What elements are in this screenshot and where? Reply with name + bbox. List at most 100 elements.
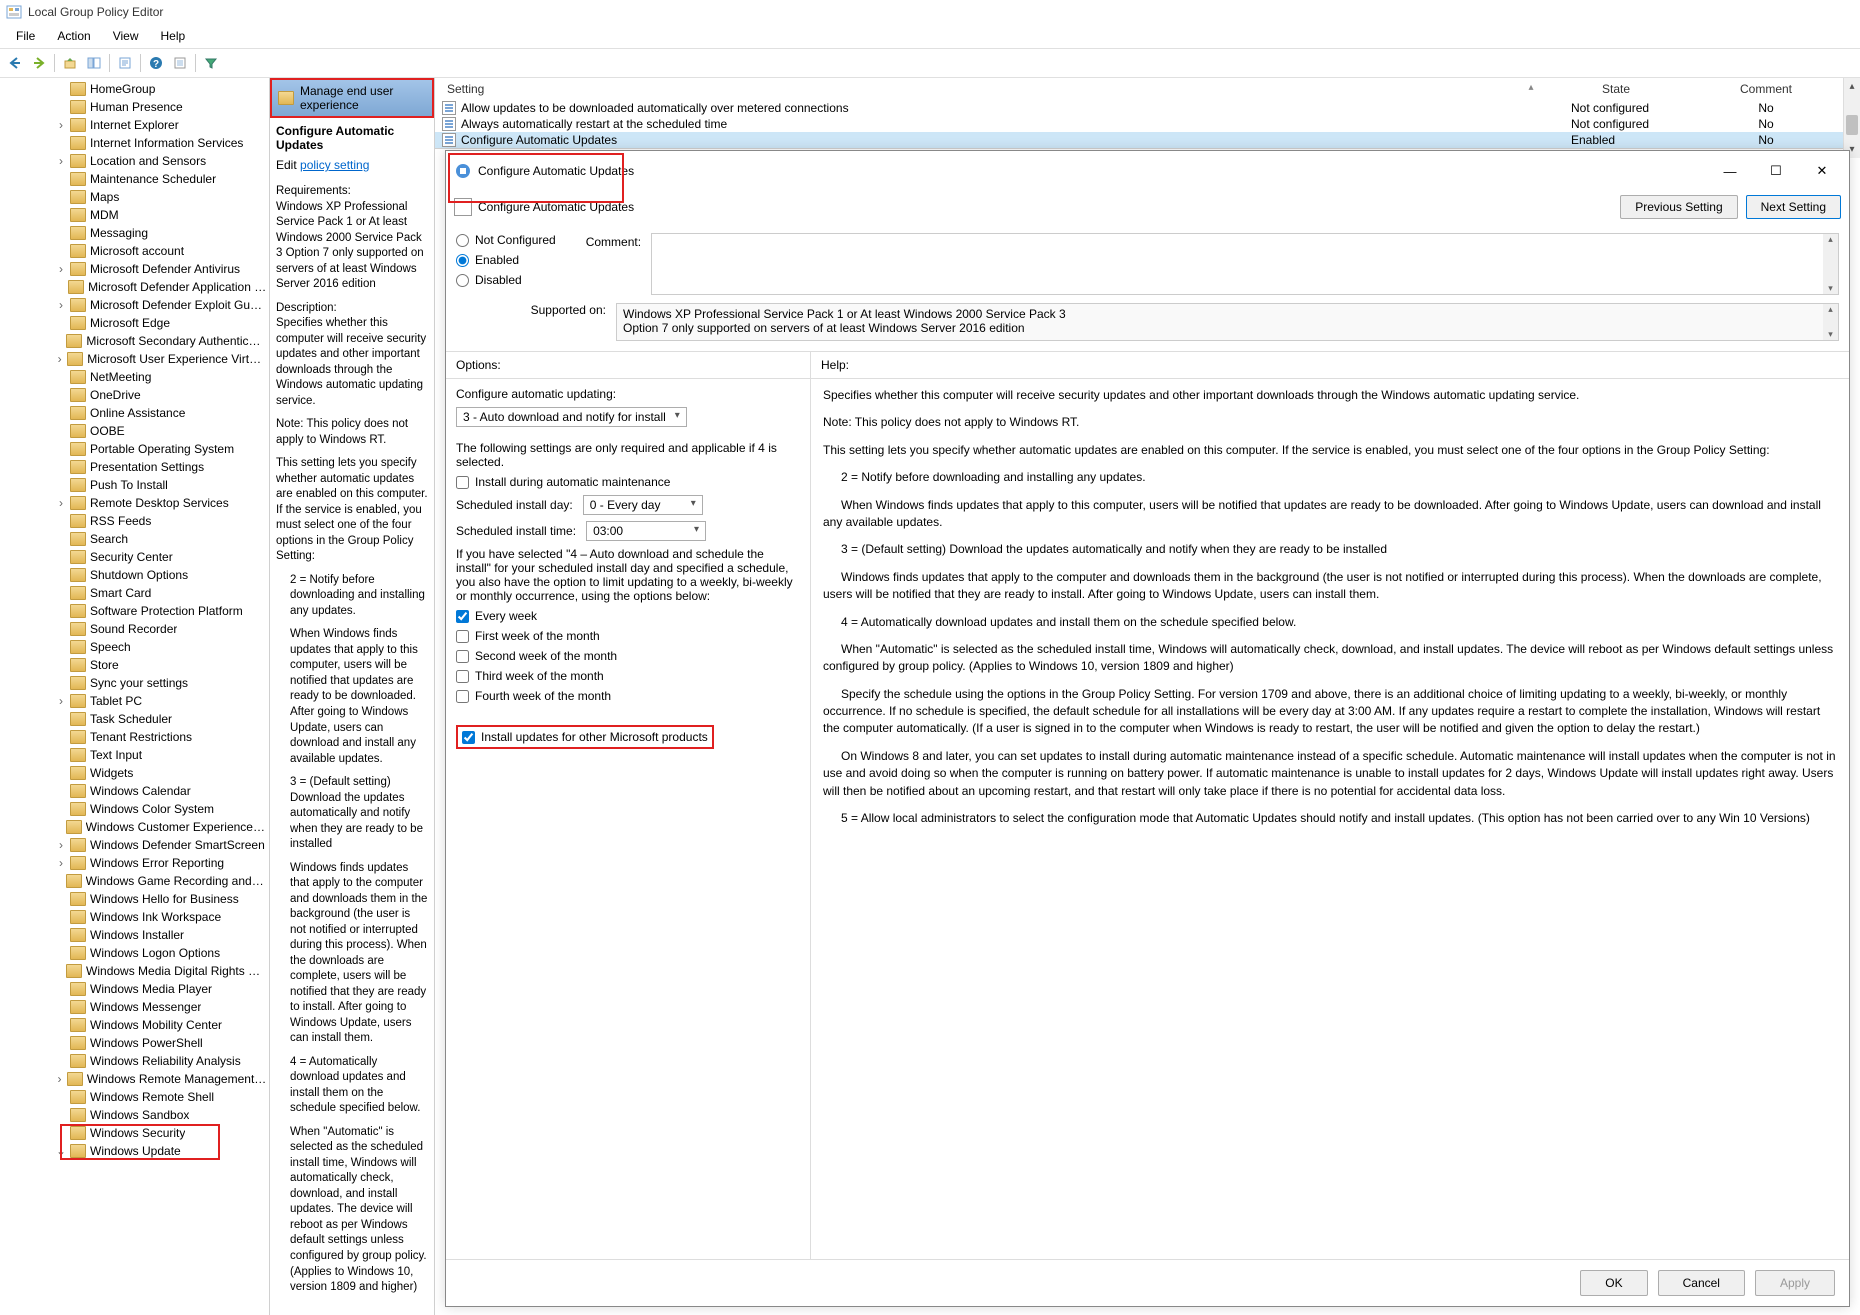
tree-item[interactable]: HomeGroup — [0, 80, 269, 98]
tree-item[interactable]: Windows Logon Options — [0, 944, 269, 962]
tree-item[interactable]: ›Remote Desktop Services — [0, 494, 269, 512]
tree-item[interactable]: Human Presence — [0, 98, 269, 116]
tree-item[interactable]: Portable Operating System — [0, 440, 269, 458]
tree-item[interactable]: Sync your settings — [0, 674, 269, 692]
tree-item[interactable]: Maintenance Scheduler — [0, 170, 269, 188]
tree-item[interactable]: OneDrive — [0, 386, 269, 404]
tree-item[interactable]: Task Scheduler — [0, 710, 269, 728]
tree-item[interactable]: Speech — [0, 638, 269, 656]
week1-checkbox[interactable]: First week of the month — [456, 629, 800, 643]
maximize-button[interactable]: ☐ — [1757, 157, 1795, 185]
tree-item[interactable]: Windows Remote Shell — [0, 1088, 269, 1106]
chevron-icon[interactable]: › — [52, 117, 70, 133]
next-setting-button[interactable]: Next Setting — [1746, 195, 1841, 219]
edit-policy-link[interactable]: policy setting — [300, 158, 369, 172]
chevron-icon[interactable]: › — [52, 261, 70, 277]
install-maintenance-checkbox[interactable]: Install during automatic maintenance — [456, 475, 800, 489]
menu-help[interactable]: Help — [151, 26, 196, 46]
up-button[interactable] — [59, 52, 81, 74]
tree-item[interactable]: Widgets — [0, 764, 269, 782]
tree-item[interactable]: Windows Mobility Center — [0, 1016, 269, 1034]
tree-item[interactable]: ›Internet Explorer — [0, 116, 269, 134]
tree-item[interactable]: NetMeeting — [0, 368, 269, 386]
help-body[interactable]: Specifies whether this computer will rec… — [811, 378, 1849, 1259]
tree-panel[interactable]: HomeGroupHuman Presence›Internet Explore… — [0, 78, 270, 1315]
install-day-select[interactable]: 0 - Every day — [583, 495, 703, 515]
chevron-icon[interactable]: › — [52, 1071, 67, 1087]
menu-action[interactable]: Action — [47, 26, 100, 46]
tree-item[interactable]: Text Input — [0, 746, 269, 764]
tree-item[interactable]: Software Protection Platform — [0, 602, 269, 620]
chevron-icon[interactable]: › — [52, 351, 67, 367]
setting-row[interactable]: Always automatically restart at the sche… — [435, 116, 1860, 132]
filter-button[interactable] — [200, 52, 222, 74]
col-comment[interactable]: Comment — [1691, 82, 1841, 96]
tree-item[interactable]: Microsoft account — [0, 242, 269, 260]
tree-item[interactable]: Windows Sandbox — [0, 1106, 269, 1124]
tree-item[interactable]: RSS Feeds — [0, 512, 269, 530]
tree-item[interactable]: Microsoft Secondary Authentication Facto… — [0, 332, 269, 350]
chevron-icon[interactable]: › — [52, 693, 70, 709]
tree-item[interactable]: Online Assistance — [0, 404, 269, 422]
install-time-select[interactable]: 03:00 — [586, 521, 706, 541]
tree-item[interactable]: Windows Installer — [0, 926, 269, 944]
tree-item[interactable]: ›Windows Defender SmartScreen — [0, 836, 269, 854]
tree-item[interactable]: Tenant Restrictions — [0, 728, 269, 746]
col-state[interactable]: State — [1541, 82, 1691, 96]
refresh-button[interactable] — [114, 52, 136, 74]
cancel-button[interactable]: Cancel — [1658, 1270, 1745, 1296]
tree-item[interactable]: Sound Recorder — [0, 620, 269, 638]
tree-item[interactable]: Windows Hello for Business — [0, 890, 269, 908]
radio-disabled[interactable]: Disabled — [456, 273, 556, 287]
tree-item[interactable]: Store — [0, 656, 269, 674]
ok-button[interactable]: OK — [1580, 1270, 1647, 1296]
tree-item[interactable]: ›Microsoft User Experience Virtualizatio… — [0, 350, 269, 368]
comment-scrollbar[interactable]: ▴▾ — [1823, 234, 1838, 294]
tree-item[interactable]: ›Windows Error Reporting — [0, 854, 269, 872]
tree-item[interactable]: Maps — [0, 188, 269, 206]
show-hide-button[interactable] — [83, 52, 105, 74]
tree-item[interactable]: Search — [0, 530, 269, 548]
tree-item[interactable]: Internet Information Services — [0, 134, 269, 152]
tree-item[interactable]: Windows Game Recording and Broadcasting — [0, 872, 269, 890]
export-button[interactable] — [169, 52, 191, 74]
week3-checkbox[interactable]: Third week of the month — [456, 669, 800, 683]
tree-item[interactable]: Microsoft Edge — [0, 314, 269, 332]
other-products-checkbox[interactable]: Install updates for other Microsoft prod… — [462, 730, 708, 744]
back-button[interactable] — [4, 52, 26, 74]
chevron-icon[interactable]: › — [52, 855, 70, 871]
tree-item[interactable]: ›Windows Remote Management (WinRM) — [0, 1070, 269, 1088]
minimize-button[interactable]: — — [1711, 157, 1749, 185]
tree-item[interactable]: Presentation Settings — [0, 458, 269, 476]
tree-item[interactable]: Windows Media Player — [0, 980, 269, 998]
chevron-icon[interactable]: › — [52, 297, 70, 313]
tree-item[interactable]: ⌄Windows Update — [0, 1142, 269, 1160]
previous-setting-button[interactable]: Previous Setting — [1620, 195, 1737, 219]
chevron-icon[interactable]: › — [52, 153, 70, 169]
every-week-checkbox[interactable]: Every week — [456, 609, 800, 623]
tree-item[interactable]: Windows Reliability Analysis — [0, 1052, 269, 1070]
settings-scrollbar[interactable]: ▴ ▾ — [1843, 78, 1860, 158]
tree-item[interactable]: Windows Media Digital Rights Management — [0, 962, 269, 980]
tree-item[interactable]: Messaging — [0, 224, 269, 242]
chevron-icon[interactable]: › — [52, 495, 70, 511]
tree-item[interactable]: Security Center — [0, 548, 269, 566]
scroll-up-icon[interactable]: ▴ — [1844, 78, 1860, 95]
tree-item[interactable]: Windows Calendar — [0, 782, 269, 800]
tree-item[interactable]: MDM — [0, 206, 269, 224]
tree-item[interactable]: Windows Security — [0, 1124, 269, 1142]
radio-not-configured[interactable]: Not Configured — [456, 233, 556, 247]
tree-item[interactable]: Microsoft Defender Application Guard — [0, 278, 269, 296]
tree-item[interactable]: Smart Card — [0, 584, 269, 602]
setting-row[interactable]: Allow updates to be downloaded automatic… — [435, 100, 1860, 116]
tree-item[interactable]: ›Location and Sensors — [0, 152, 269, 170]
tree-item[interactable]: Windows Customer Experience Improvement — [0, 818, 269, 836]
close-button[interactable]: ✕ — [1803, 157, 1841, 185]
chevron-icon[interactable]: › — [52, 837, 70, 853]
scroll-thumb[interactable] — [1846, 115, 1858, 135]
tree-item[interactable]: ›Microsoft Defender Exploit Guard — [0, 296, 269, 314]
radio-enabled[interactable]: Enabled — [456, 253, 556, 267]
tree-item[interactable]: Push To Install — [0, 476, 269, 494]
help-button[interactable]: ? — [145, 52, 167, 74]
tree-item[interactable]: Windows Ink Workspace — [0, 908, 269, 926]
